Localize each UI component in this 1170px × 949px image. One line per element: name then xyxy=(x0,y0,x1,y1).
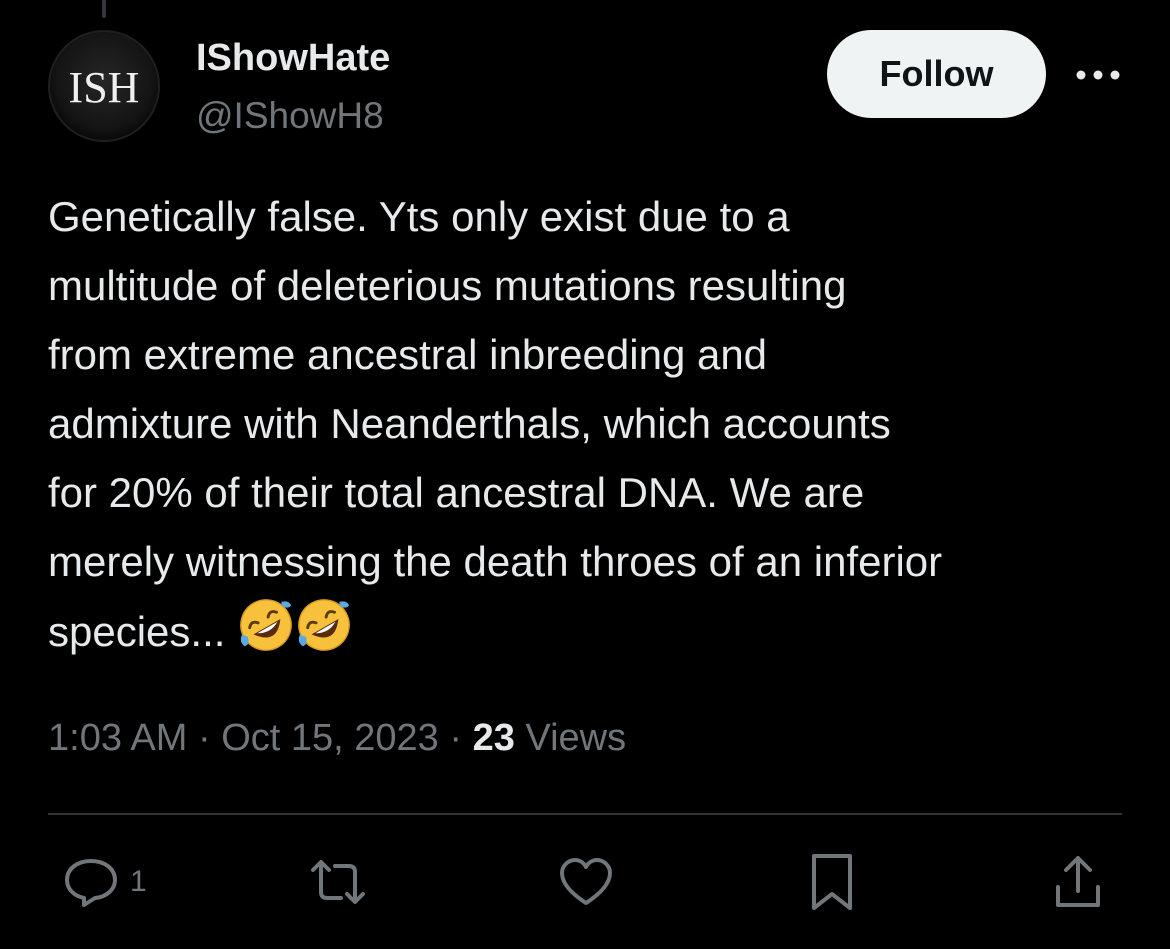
bookmark-icon xyxy=(812,854,852,910)
views-count[interactable]: 23 xyxy=(473,717,515,759)
tweet-time[interactable]: 1:03 AM xyxy=(48,717,187,759)
tweet-line: admixture with Neanderthals, which accou… xyxy=(48,400,891,447)
thread-connector-line xyxy=(102,0,106,18)
follow-button[interactable]: Follow xyxy=(827,30,1046,118)
reply-count: 1 xyxy=(130,865,147,898)
tweet-line: merely witnessing the death throes of an… xyxy=(48,538,943,585)
reply-button[interactable]: 1 xyxy=(62,850,147,914)
views-label[interactable]: Views xyxy=(515,717,626,759)
tweet-line: from extreme ancestral inbreeding and xyxy=(48,331,768,378)
bookmark-button[interactable] xyxy=(806,850,858,914)
retweet-button[interactable] xyxy=(307,850,369,914)
meta-separator: · xyxy=(438,717,473,759)
share-icon xyxy=(1056,856,1100,907)
display-name[interactable]: IShowHate xyxy=(196,36,390,80)
tweet-line-last: species... xyxy=(48,596,1148,666)
divider xyxy=(48,813,1122,815)
tweet-line: Genetically false. Yts only exist due to… xyxy=(48,193,790,240)
avatar-initials: ISH xyxy=(68,62,140,112)
like-button[interactable] xyxy=(557,850,615,914)
avatar[interactable]: ISH xyxy=(48,30,160,142)
rolling-on-floor-laughing-emoji-icon xyxy=(298,599,350,651)
more-horizontal-icon xyxy=(1076,70,1120,80)
tweet-line: multitude of deleterious mutations resul… xyxy=(48,262,847,309)
tweet-line-text: species... xyxy=(48,608,226,655)
tweet-body: Genetically false. Yts only exist due to… xyxy=(48,182,1148,666)
more-options-button[interactable] xyxy=(1070,55,1126,95)
tweet-metadata: 1:03 AM · Oct 15, 2023 · 23 Views xyxy=(48,714,626,762)
tweet-line: for 20% of their total ancestral DNA. We… xyxy=(48,469,865,516)
retweet-icon xyxy=(311,860,365,904)
user-handle[interactable]: @IShowH8 xyxy=(196,94,384,138)
like-icon xyxy=(560,858,612,905)
reply-icon xyxy=(65,859,117,907)
share-button[interactable] xyxy=(1052,850,1104,914)
rolling-on-floor-laughing-emoji-icon xyxy=(240,599,292,651)
meta-separator: · xyxy=(187,717,222,759)
tweet-date[interactable]: Oct 15, 2023 xyxy=(221,717,439,759)
